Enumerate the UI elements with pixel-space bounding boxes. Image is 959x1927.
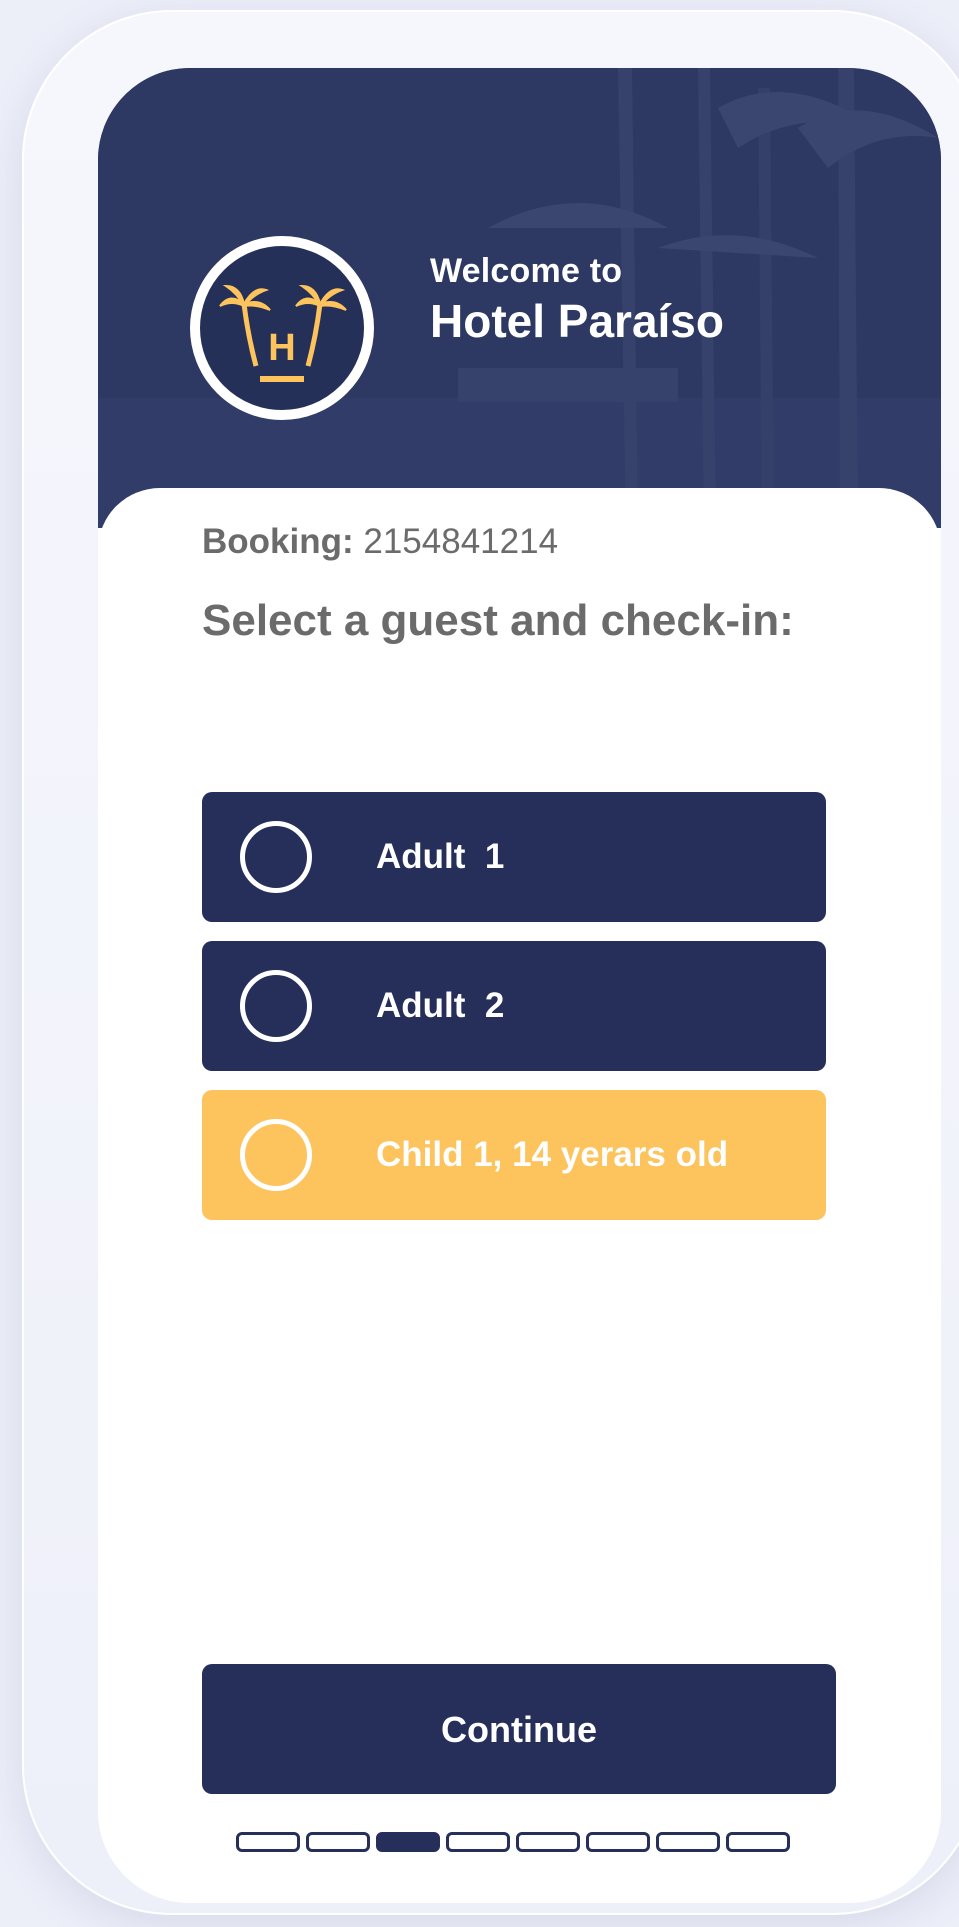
progress-step-5 [516, 1832, 580, 1852]
booking-label: Booking: [202, 522, 354, 561]
radio-circle-icon[interactable] [240, 970, 312, 1042]
svg-text:H: H [268, 327, 295, 369]
progress-step-1 [236, 1832, 300, 1852]
radio-circle-icon[interactable] [240, 821, 312, 893]
progress-step-2 [306, 1832, 370, 1852]
welcome-text: Welcome to [430, 252, 623, 290]
phone-frame: H Welcome to Hotel Paraíso Booking: 2154… [22, 10, 959, 1915]
progress-step-3 [376, 1832, 440, 1852]
continue-button[interactable]: Continue [202, 1664, 836, 1794]
hero-banner: H Welcome to Hotel Paraíso [98, 68, 941, 528]
progress-step-6 [586, 1832, 650, 1852]
guest-label: Adult 1 [376, 837, 505, 876]
palm-trees-h-logo-icon: H [219, 284, 347, 382]
hotel-name: Hotel Paraíso [430, 295, 724, 347]
guest-option-adult-2[interactable]: Adult 2 [202, 941, 826, 1071]
guest-option-child-1[interactable]: Child 1, 14 yerars old [202, 1090, 826, 1220]
progress-step-7 [656, 1832, 720, 1852]
guest-label: Child 1, 14 yerars old [376, 1135, 729, 1174]
guest-label: Adult 2 [376, 986, 505, 1025]
hotel-logo: H [190, 236, 374, 420]
radio-circle-icon[interactable] [240, 1119, 312, 1191]
guest-option-adult-1[interactable]: Adult 1 [202, 792, 826, 922]
booking-number: 2154841214 [363, 522, 559, 561]
progress-step-4 [446, 1832, 510, 1852]
app-screen: H Welcome to Hotel Paraíso Booking: 2154… [98, 68, 941, 1903]
booking-info: Booking: 2154841214 [202, 522, 558, 562]
progress-step-8 [726, 1832, 790, 1852]
page-title: Select a guest and check-in: [202, 596, 794, 645]
